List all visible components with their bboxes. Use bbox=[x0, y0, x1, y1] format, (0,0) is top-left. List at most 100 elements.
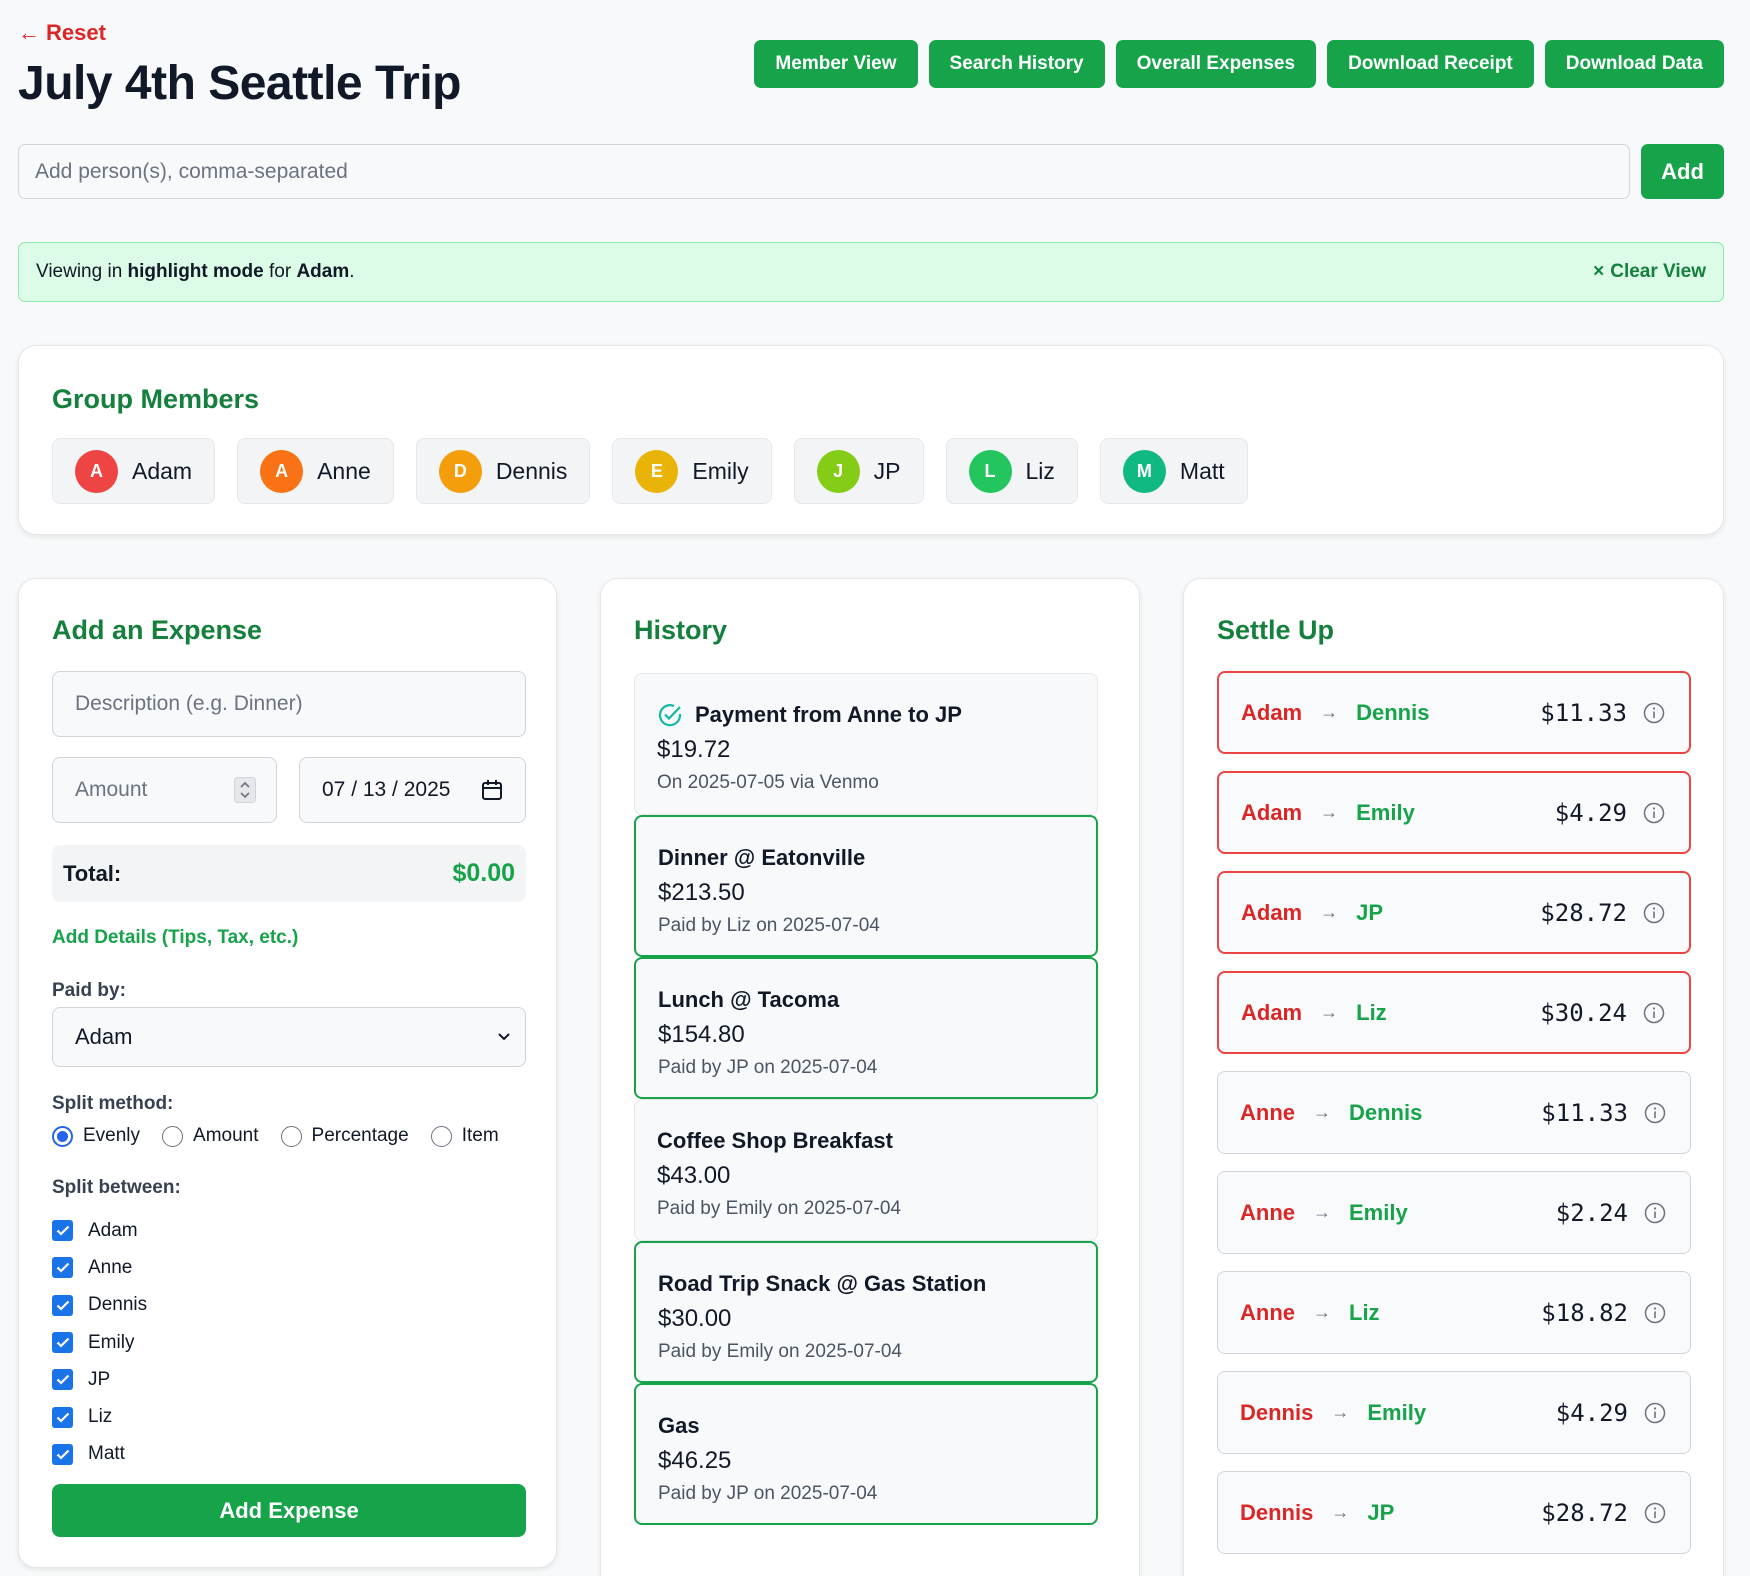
info-icon[interactable] bbox=[1643, 802, 1665, 824]
arrow-right-icon: → bbox=[1320, 802, 1339, 822]
info-icon[interactable] bbox=[1644, 1402, 1666, 1424]
member-chip-anne[interactable]: A Anne bbox=[237, 438, 394, 504]
member-chip-matt[interactable]: M Matt bbox=[1099, 438, 1248, 504]
history-amount: $213.50 bbox=[658, 879, 745, 906]
settle-item[interactable]: Dennis → JP $28.72 bbox=[1217, 1471, 1691, 1554]
split-between-label: Split between: bbox=[52, 1177, 181, 1198]
split-check-adam[interactable]: Adam bbox=[52, 1212, 147, 1249]
paid-by-select[interactable]: Adam bbox=[52, 1007, 526, 1067]
settle-amount: $30.24 bbox=[1540, 998, 1627, 1027]
history-title: Lunch @ Tacoma bbox=[658, 987, 839, 1013]
info-icon[interactable] bbox=[1644, 1302, 1666, 1324]
split-radio-amount[interactable]: Amount bbox=[162, 1125, 259, 1147]
member-name: Emily bbox=[692, 457, 749, 484]
add-expense-button[interactable]: Add Expense bbox=[52, 1484, 526, 1537]
history-expense-item[interactable]: Road Trip Snack @ Gas Station $30.00 Paid … bbox=[634, 1241, 1098, 1383]
highlight-banner: Viewing in highlight mode for Adam. × Cl… bbox=[18, 242, 1724, 302]
description-input[interactable]: Description (e.g. Dinner) bbox=[52, 671, 526, 737]
reset-link[interactable]: ← Reset bbox=[18, 20, 106, 46]
download-data-button[interactable]: Download Data bbox=[1544, 40, 1724, 88]
split-between-list: Adam Anne Dennis Emily JP Liz Matt bbox=[52, 1212, 147, 1473]
settle-item[interactable]: Dennis → Emily $4.29 bbox=[1217, 1371, 1691, 1454]
info-icon[interactable] bbox=[1643, 702, 1665, 724]
info-icon[interactable] bbox=[1644, 1502, 1666, 1524]
radio-button[interactable] bbox=[52, 1125, 73, 1147]
group-members-card: Group Members A Adam A Anne D Dennis E Emily J JP… bbox=[18, 345, 1724, 535]
checkbox-label: Anne bbox=[88, 1256, 133, 1278]
add-person-input[interactable] bbox=[18, 144, 1630, 199]
split-radio-evenly[interactable]: Evenly bbox=[52, 1125, 140, 1147]
settle-item[interactable]: Adam → Emily $4.29 bbox=[1217, 771, 1691, 854]
settle-item[interactable]: Adam → Dennis $11.33 bbox=[1217, 671, 1691, 754]
amount-input[interactable]: Amount bbox=[52, 757, 277, 823]
settle-item[interactable]: Anne → Emily $2.24 bbox=[1217, 1171, 1691, 1254]
history-expense-item[interactable]: Coffee Shop Breakfast $43.00 Paid by Emily… bbox=[634, 1099, 1098, 1241]
checkbox[interactable] bbox=[52, 1220, 73, 1242]
description-placeholder: Description (e.g. Dinner) bbox=[75, 692, 303, 715]
settle-to: Emily bbox=[1367, 1399, 1427, 1425]
split-radio-percentage[interactable]: Percentage bbox=[280, 1125, 409, 1147]
avatar: E bbox=[635, 449, 679, 493]
history-title: Dinner @ Eatonville bbox=[658, 845, 865, 871]
radio-button[interactable] bbox=[280, 1125, 302, 1147]
member-chip-adam[interactable]: A Adam bbox=[52, 438, 216, 504]
add-person-button[interactable]: Add bbox=[1641, 144, 1724, 199]
download-receipt-button[interactable]: Download Receipt bbox=[1327, 40, 1534, 88]
settle-item[interactable]: Anne → Dennis $11.33 bbox=[1217, 1071, 1691, 1154]
calendar-icon[interactable] bbox=[481, 779, 503, 801]
checkbox[interactable] bbox=[52, 1257, 73, 1279]
member-name: Liz bbox=[1025, 457, 1055, 484]
checkbox[interactable] bbox=[52, 1443, 73, 1465]
checkbox[interactable] bbox=[52, 1406, 73, 1428]
history-amount: $19.72 bbox=[657, 736, 731, 763]
search-history-button[interactable]: Search History bbox=[928, 40, 1105, 88]
history-amount: $30.00 bbox=[658, 1305, 732, 1332]
member-name: Dennis bbox=[495, 457, 568, 484]
info-icon[interactable] bbox=[1644, 1202, 1666, 1224]
amount-placeholder: Amount bbox=[75, 778, 148, 801]
member-view-button[interactable]: Member View bbox=[754, 40, 918, 88]
split-radio-item[interactable]: Item bbox=[430, 1125, 499, 1147]
member-chip-liz[interactable]: L Liz bbox=[945, 438, 1078, 504]
split-check-emily[interactable]: Emily bbox=[52, 1324, 147, 1361]
split-check-liz[interactable]: Liz bbox=[52, 1398, 147, 1435]
clear-view-button[interactable]: × Clear View bbox=[1593, 261, 1706, 283]
checkbox[interactable] bbox=[52, 1332, 73, 1354]
settle-from: Adam bbox=[1241, 699, 1303, 725]
split-check-jp[interactable]: JP bbox=[52, 1361, 147, 1398]
settle-item[interactable]: Anne → Liz $18.82 bbox=[1217, 1271, 1691, 1354]
history-amount: $43.00 bbox=[657, 1162, 731, 1189]
history-item-title: Road Trip Snack @ Gas Station bbox=[658, 1271, 987, 1296]
split-check-dennis[interactable]: Dennis bbox=[52, 1287, 147, 1324]
banner-suffix: . bbox=[349, 261, 355, 282]
paid-by-value: Adam bbox=[75, 1024, 133, 1049]
avatar: D bbox=[438, 449, 482, 493]
split-check-anne[interactable]: Anne bbox=[52, 1249, 147, 1286]
member-chip-dennis[interactable]: D Dennis bbox=[415, 438, 591, 504]
radio-button[interactable] bbox=[162, 1125, 184, 1147]
checkbox-label: Matt bbox=[88, 1443, 125, 1465]
history-card: History Payment from Anne to JP $19.72 On … bbox=[600, 578, 1140, 1576]
info-icon[interactable] bbox=[1643, 902, 1665, 924]
arrow-right-icon: → bbox=[1331, 1402, 1350, 1422]
overall-expenses-button[interactable]: Overall Expenses bbox=[1115, 40, 1317, 88]
history-expense-item[interactable]: Gas $46.25 Paid by JP on 2025-07-04 bbox=[634, 1383, 1098, 1525]
checkbox[interactable] bbox=[52, 1294, 73, 1316]
checkbox[interactable] bbox=[52, 1369, 73, 1391]
settle-item[interactable]: Adam → JP $28.72 bbox=[1217, 871, 1691, 954]
settle-item[interactable]: Adam → Liz $30.24 bbox=[1217, 971, 1691, 1054]
add-details-link[interactable]: Add Details (Tips, Tax, etc.) bbox=[52, 927, 298, 949]
info-icon[interactable] bbox=[1643, 1002, 1665, 1024]
history-payment-item[interactable]: Payment from Anne to JP $19.72 On 2025-07-… bbox=[634, 673, 1098, 815]
date-input[interactable]: 07 / 13 / 2025 bbox=[299, 757, 526, 823]
history-expense-item[interactable]: Lunch @ Tacoma $154.80 Paid by JP on 2025-… bbox=[634, 957, 1098, 1099]
history-item-title: Dinner @ Eatonville bbox=[658, 845, 866, 870]
radio-button[interactable] bbox=[430, 1125, 452, 1147]
member-name: Matt bbox=[1179, 457, 1225, 484]
info-icon[interactable] bbox=[1644, 1102, 1666, 1124]
member-chip-jp[interactable]: J JP bbox=[793, 438, 924, 504]
history-expense-item[interactable]: Dinner @ Eatonville $213.50 Paid by Liz on… bbox=[634, 815, 1098, 957]
member-chip-emily[interactable]: E Emily bbox=[612, 438, 772, 504]
stepper-icon[interactable] bbox=[234, 777, 256, 803]
split-check-matt[interactable]: Matt bbox=[52, 1436, 147, 1473]
